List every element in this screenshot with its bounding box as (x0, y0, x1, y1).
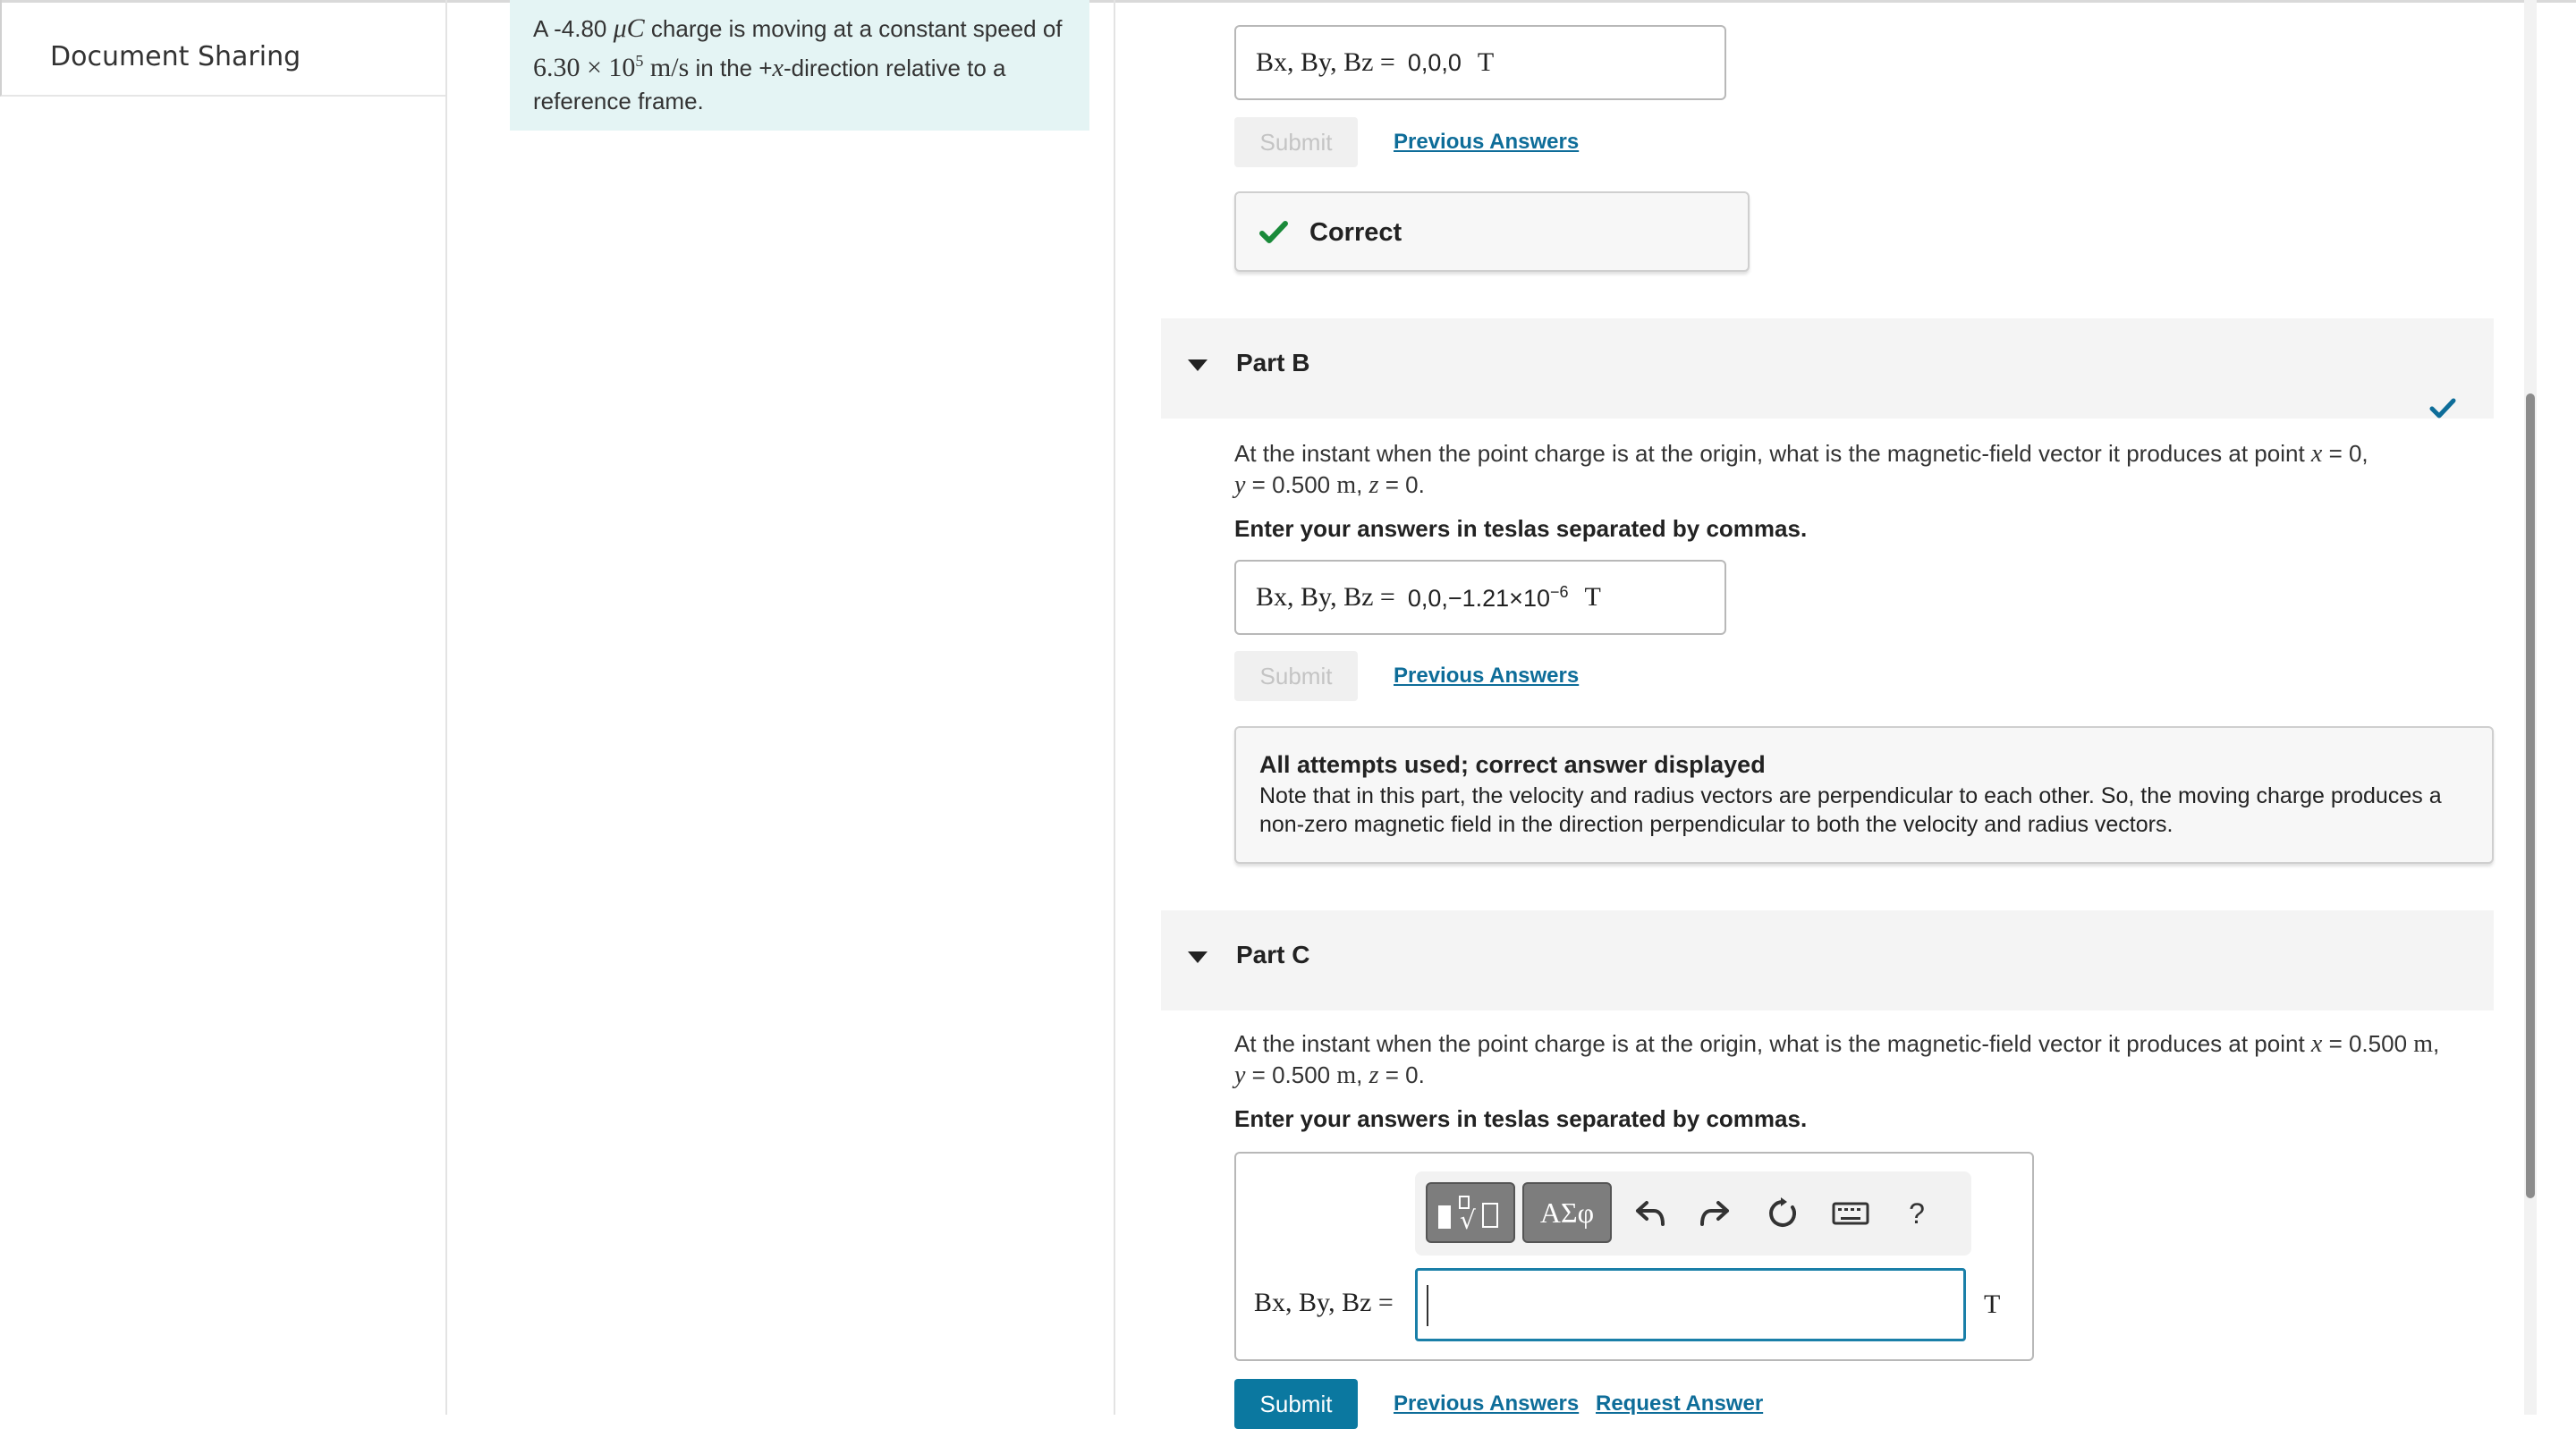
part-c-request-answer-link[interactable]: Request Answer (1596, 1391, 1763, 1416)
part-c-instruction: Enter your answers in teslas separated b… (1234, 1105, 1808, 1132)
text-caret (1427, 1285, 1428, 1326)
answer-value: 0,0,−1.21×10−6 (1407, 582, 1569, 612)
part-c-previous-answers-link[interactable]: Previous Answers (1394, 1391, 1579, 1416)
svg-text:√: √ (1460, 1205, 1476, 1234)
charge-unit: μC (613, 13, 645, 43)
direction-variable: x (772, 55, 784, 82)
problem-statement: A -4.80 μC charge is moving at a constan… (510, 0, 1089, 131)
reset-icon[interactable] (1760, 1191, 1805, 1236)
part-c-title: Part C (1236, 941, 1310, 968)
part-b-title: Part B (1236, 349, 1310, 376)
left-sidebar: Document Sharing (0, 0, 445, 1415)
feedback-correct-label: Correct (1309, 218, 1402, 247)
answer-unit: T (1584, 582, 1601, 612)
checkmark-icon (1259, 221, 1288, 243)
answer-label: Bx, By, Bz = (1254, 1288, 1394, 1317)
feedback-body: Note that in this part, the velocity and… (1259, 783, 2442, 837)
answer-label: Bx, By, Bz = (1256, 47, 1395, 77)
column-divider (445, 0, 447, 1415)
problem-text: A -4.80 (533, 15, 614, 42)
part-a-feedback: Correct (1234, 191, 1750, 272)
templates-icon: √ (1438, 1196, 1498, 1234)
part-c-question: At the instant when the point charge is … (1234, 1030, 2440, 1089)
part-b-instruction: Enter your answers in teslas separated b… (1234, 515, 1808, 542)
part-b-previous-answers-link[interactable]: Previous Answers (1394, 664, 1579, 689)
part-c-answer-input[interactable] (1415, 1268, 1966, 1341)
answer-value: 0,0,0 (1407, 48, 1462, 76)
part-a-answer-box: Bx, By, Bz = 0,0,0 T (1234, 25, 1726, 100)
answer-unit: T (1984, 1289, 2001, 1319)
problem-text: charge is moving at a constant speed of (644, 15, 1063, 42)
part-b-submit-button[interactable]: Submit (1234, 651, 1358, 701)
part-b-feedback: All attempts used; correct answer displa… (1234, 726, 2494, 864)
part-b-question: At the instant when the point charge is … (1234, 440, 2368, 499)
redo-icon[interactable] (1692, 1191, 1737, 1236)
templates-button[interactable]: √ (1426, 1182, 1515, 1243)
collapse-triangle-icon (1188, 951, 1208, 963)
speed-value: 6.30 × 105 m/s (533, 52, 690, 82)
part-b-answer-box: Bx, By, Bz = 0,0,−1.21×10−6 T (1234, 560, 1726, 635)
greek-symbols-button[interactable]: ΑΣφ (1522, 1182, 1612, 1243)
nav-item-document-sharing[interactable]: Document Sharing (0, 0, 445, 97)
scrollbar-thumb[interactable] (2526, 393, 2535, 1198)
column-divider (1114, 0, 1115, 1415)
part-a-submit-button[interactable]: Submit (1234, 117, 1358, 167)
math-toolbar: √ ΑΣφ ? (1415, 1171, 1971, 1256)
part-c-submit-button[interactable]: Submit (1234, 1379, 1358, 1429)
answer-label: Bx, By, Bz = (1256, 582, 1395, 612)
keyboard-icon[interactable] (1828, 1191, 1873, 1236)
nav-item-label: Document Sharing (50, 41, 301, 72)
completed-check-icon (2429, 398, 2456, 419)
answer-unit: T (1477, 47, 1495, 77)
part-b-header[interactable]: Part B (1161, 318, 2494, 419)
undo-icon[interactable] (1628, 1191, 1673, 1236)
feedback-title: All attempts used; correct answer displa… (1259, 751, 1766, 778)
part-a-previous-answers-link[interactable]: Previous Answers (1394, 130, 1579, 155)
collapse-triangle-icon (1188, 359, 1208, 371)
help-icon[interactable]: ? (1894, 1191, 1939, 1236)
part-c-header[interactable]: Part C (1161, 910, 2494, 1010)
problem-text: in the + (689, 55, 773, 81)
